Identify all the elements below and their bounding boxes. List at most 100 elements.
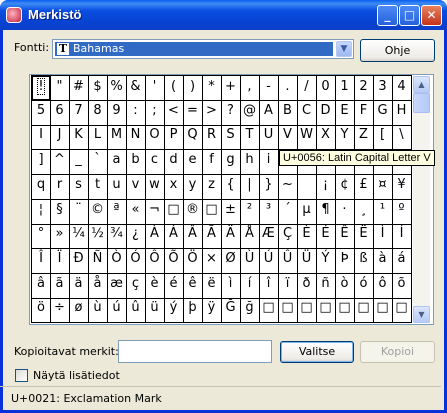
font-dropdown[interactable]: T Bahamas ▼	[52, 39, 354, 59]
character-cell[interactable]: *	[202, 75, 222, 101]
character-cell[interactable]: ò	[335, 273, 355, 299]
character-cell[interactable]: "	[50, 75, 70, 101]
character-cell[interactable]: ú	[107, 297, 127, 323]
character-cell[interactable]: ½	[88, 223, 108, 249]
character-cell[interactable]: µ	[297, 199, 317, 225]
character-cell[interactable]: a	[107, 149, 127, 175]
character-cell[interactable]: Ê	[335, 223, 355, 249]
character-cell[interactable]: K	[69, 124, 89, 150]
character-cell[interactable]: .	[278, 75, 298, 101]
character-cell[interactable]: D	[316, 100, 336, 126]
character-cell[interactable]: 2	[354, 75, 374, 101]
character-cell[interactable]: ®	[183, 199, 203, 225]
character-cell[interactable]: J	[50, 124, 70, 150]
character-cell[interactable]: □	[164, 199, 184, 225]
character-cell[interactable]: s	[69, 174, 89, 200]
character-cell[interactable]: R	[202, 124, 222, 150]
character-cell[interactable]: ©	[88, 199, 108, 225]
character-cell[interactable]: h	[240, 149, 260, 175]
character-cell[interactable]: ¼	[69, 223, 89, 249]
character-cell[interactable]: b	[126, 149, 146, 175]
maximize-button[interactable]: □	[399, 5, 420, 26]
character-cell[interactable]: ÿ	[202, 297, 222, 323]
character-cell[interactable]: F	[354, 100, 374, 126]
character-cell[interactable]: C	[297, 100, 317, 126]
character-cell[interactable]: Ü	[297, 248, 317, 274]
character-cell[interactable]: á	[392, 248, 412, 274]
character-cell[interactable]: #	[69, 75, 89, 101]
character-cell[interactable]: ë	[202, 273, 222, 299]
character-cell[interactable]: Õ	[164, 248, 184, 274]
character-cell[interactable]: %	[107, 75, 127, 101]
character-cell[interactable]: ô	[373, 273, 393, 299]
character-cell[interactable]: û	[126, 297, 146, 323]
character-cell[interactable]: à	[373, 248, 393, 274]
title-bar[interactable]: Merkistö _ □ ✕	[0, 0, 447, 30]
advanced-view-label[interactable]: Näytä lisätiedot	[33, 369, 120, 382]
character-cell[interactable]: ü	[145, 297, 165, 323]
character-cell[interactable]: ;	[145, 100, 165, 126]
character-cell[interactable]: 3	[373, 75, 393, 101]
character-cell[interactable]: è	[145, 273, 165, 299]
character-cell[interactable]: '	[145, 75, 165, 101]
character-cell[interactable]: ^	[50, 149, 70, 175]
character-cell[interactable]: Ï	[50, 248, 70, 274]
character-cell[interactable]: c	[145, 149, 165, 175]
character-cell[interactable]: ±	[221, 199, 241, 225]
character-cell[interactable]: Ğ	[221, 297, 241, 323]
character-cell[interactable]: f	[202, 149, 222, 175]
character-cell[interactable]: □	[373, 297, 393, 323]
character-cell[interactable]: ³	[259, 199, 279, 225]
character-cell[interactable]: Î	[31, 248, 51, 274]
character-cell[interactable]: Ñ	[88, 248, 108, 274]
character-cell[interactable]: e	[183, 149, 203, 175]
character-cell[interactable]: æ	[107, 273, 127, 299]
character-cell[interactable]: {	[221, 174, 241, 200]
character-cell[interactable]: «	[126, 199, 146, 225]
character-cell[interactable]: G	[373, 100, 393, 126]
character-cell[interactable]: þ	[183, 297, 203, 323]
character-cell[interactable]: ß	[354, 248, 374, 274]
character-cell[interactable]: ğ	[240, 297, 260, 323]
character-cell[interactable]: Ú	[259, 248, 279, 274]
character-cell[interactable]: X	[316, 124, 336, 150]
character-cell[interactable]: t	[88, 174, 108, 200]
character-cell[interactable]: E	[335, 100, 355, 126]
chevron-down-icon[interactable]: ▼	[336, 41, 352, 57]
character-cell[interactable]: 8	[88, 100, 108, 126]
character-cell[interactable]: ã	[50, 273, 70, 299]
character-cell[interactable]: Ò	[107, 248, 127, 274]
copy-button[interactable]: Kopioi	[360, 341, 435, 363]
character-cell[interactable]: ä	[69, 273, 89, 299]
minimize-button[interactable]: _	[377, 5, 398, 26]
scroll-up-arrow-icon[interactable]: ▲	[413, 76, 430, 93]
character-cell[interactable]: (	[164, 75, 184, 101]
character-cell[interactable]: ¡	[316, 174, 336, 200]
character-cell[interactable]: ª	[107, 199, 127, 225]
character-cell[interactable]: ¶	[316, 199, 336, 225]
character-cell[interactable]: ì	[221, 273, 241, 299]
character-cell[interactable]: |	[240, 174, 260, 200]
character-cell[interactable]: ¾	[107, 223, 127, 249]
character-cell[interactable]: w	[145, 174, 165, 200]
character-cell[interactable]: å	[88, 273, 108, 299]
character-cell[interactable]: 0	[316, 75, 336, 101]
character-cell[interactable]: Ç	[278, 223, 298, 249]
character-cell[interactable]: □	[202, 199, 222, 225]
character-cell[interactable]: &	[126, 75, 146, 101]
character-cell[interactable]: Æ	[259, 223, 279, 249]
character-cell[interactable]: â	[31, 273, 51, 299]
character-cell[interactable]: >	[202, 100, 222, 126]
character-cell[interactable]: +	[221, 75, 241, 101]
character-cell[interactable]: ¹	[373, 199, 393, 225]
character-cell[interactable]: ¿	[126, 223, 146, 249]
character-cell[interactable]: ÷	[50, 297, 70, 323]
character-cell[interactable]: Ô	[145, 248, 165, 274]
character-cell[interactable]: P	[164, 124, 184, 150]
character-cell[interactable]: Ð	[69, 248, 89, 274]
character-cell[interactable]: Ä	[221, 223, 241, 249]
character-cell[interactable]: r	[50, 174, 70, 200]
character-cell[interactable]: L	[88, 124, 108, 150]
character-cell[interactable]: A	[259, 100, 279, 126]
character-cell[interactable]: i	[259, 149, 279, 175]
